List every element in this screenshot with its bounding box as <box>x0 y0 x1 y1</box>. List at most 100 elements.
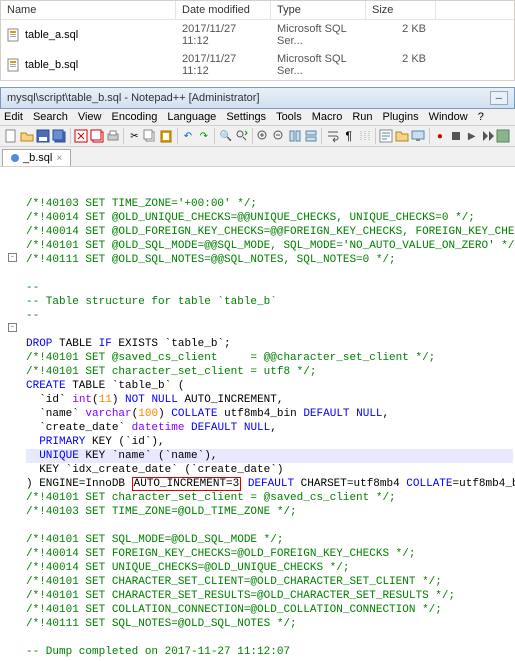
menu-view[interactable]: View <box>78 111 102 123</box>
code-line: ) ENGINE=InnoDB AUTO_INCREMENT=3 DEFAULT… <box>26 477 515 491</box>
zoom-out-icon[interactable] <box>272 128 287 144</box>
file-size: 2 KB <box>366 52 436 78</box>
save-macro-icon[interactable] <box>496 128 511 144</box>
record-macro-icon[interactable]: ● <box>433 128 448 144</box>
col-header-date[interactable]: Date modified <box>176 1 271 19</box>
menu-language[interactable]: Language <box>167 111 216 123</box>
col-header-type[interactable]: Type <box>271 1 366 19</box>
stop-macro-icon[interactable] <box>448 128 463 144</box>
code-line: KEY `idx_create_date` (`create_date`) <box>26 464 283 476</box>
copy-icon[interactable] <box>143 128 158 144</box>
tab-close-icon[interactable]: × <box>56 153 62 164</box>
menu-bar: Edit Search View Encoding Language Setti… <box>0 109 515 126</box>
code-line: `name` varchar(100) COLLATE utf8mb4_bin … <box>26 408 389 420</box>
file-explorer: Name Date modified Type Size table_a.sql… <box>0 0 515 81</box>
code-line: /*!40101 SET CHARACTER_SET_CLIENT=@OLD_C… <box>26 576 442 588</box>
func-list-icon[interactable] <box>379 128 394 144</box>
window-title: mysql\script\table_b.sql - Notepad++ [Ad… <box>7 92 260 104</box>
code-line: /*!40111 SET @OLD_SQL_NOTES=@@SQL_NOTES,… <box>26 254 396 266</box>
code-line: DROP TABLE IF EXISTS `table_b`; <box>26 338 231 350</box>
window-titlebar: mysql\script\table_b.sql - Notepad++ [Ad… <box>0 87 515 109</box>
close-icon[interactable] <box>73 128 88 144</box>
new-file-icon[interactable] <box>4 128 19 144</box>
code-line: -- Dump completed on 2017-11-27 11:12:07 <box>26 646 290 658</box>
zoom-in-icon[interactable] <box>256 128 271 144</box>
close-all-icon[interactable] <box>89 128 104 144</box>
code-line: CREATE TABLE `table_b` ( <box>26 380 184 392</box>
code-line: /*!40101 SET character_set_client = @sav… <box>26 492 396 504</box>
paste-icon[interactable] <box>159 128 174 144</box>
file-row[interactable]: table_b.sql 2017/11/27 11:12 Microsoft S… <box>1 50 514 80</box>
code-line: /*!40101 SET CHARACTER_SET_RESULTS=@OLD_… <box>26 590 455 602</box>
file-date: 2017/11/27 11:12 <box>176 22 271 48</box>
menu-plugins[interactable]: Plugins <box>383 111 419 123</box>
tab-file[interactable]: _b.sql × <box>2 149 71 166</box>
code-line: /*!40014 SET @OLD_FOREIGN_KEY_CHECKS=@@F… <box>26 226 515 238</box>
save-icon[interactable] <box>36 128 51 144</box>
code-line: /*!40014 SET FOREIGN_KEY_CHECKS=@OLD_FOR… <box>26 548 415 560</box>
print-icon[interactable] <box>105 128 120 144</box>
code-line: /*!40101 SET SQL_MODE=@OLD_SQL_MODE */; <box>26 534 283 546</box>
fold-box-icon[interactable]: - <box>8 253 17 262</box>
open-file-icon[interactable] <box>20 128 35 144</box>
code-line: /*!40103 SET TIME_ZONE='+00:00' */; <box>26 198 257 210</box>
toolbar: ✂ ↶ ↷ 🔍 ¶ ● ▶ <box>0 126 515 147</box>
code-line: /*!40014 SET @OLD_UNIQUE_CHECKS=@@UNIQUE… <box>26 212 475 224</box>
minimize-button[interactable]: ─ <box>490 91 508 105</box>
file-type: Microsoft SQL Ser... <box>271 22 366 48</box>
code-editor[interactable]: - - /*!40103 SET TIME_ZONE='+00:00' */; … <box>0 167 515 661</box>
code-line: PRIMARY KEY (`id`), <box>26 436 165 448</box>
save-all-icon[interactable] <box>52 128 67 144</box>
replace-icon[interactable] <box>234 128 249 144</box>
menu-macro[interactable]: Macro <box>312 111 343 123</box>
tab-label: _b.sql <box>23 152 52 164</box>
code-line: /*!40101 SET @OLD_SQL_MODE=@@SQL_MODE, S… <box>26 240 515 252</box>
menu-encoding[interactable]: Encoding <box>111 111 157 123</box>
code-line: /*!40101 SET character_set_client = utf8… <box>26 366 316 378</box>
menu-window[interactable]: Window <box>429 111 468 123</box>
code-line: -- <box>26 310 39 322</box>
file-date: 2017/11/27 11:12 <box>176 52 271 78</box>
file-name: table_a.sql <box>25 29 78 41</box>
folder-view-icon[interactable] <box>395 128 410 144</box>
monitor-icon[interactable] <box>411 128 426 144</box>
code-line: /*!40101 SET @saved_cs_client = @@charac… <box>26 352 435 364</box>
col-header-name[interactable]: Name <box>1 1 176 19</box>
wordwrap-icon[interactable] <box>325 128 340 144</box>
file-type: Microsoft SQL Ser... <box>271 52 366 78</box>
cut-icon[interactable]: ✂ <box>127 128 142 144</box>
code-line: /*!40103 SET TIME_ZONE=@OLD_TIME_ZONE */… <box>26 506 297 518</box>
code-line: /*!40014 SET UNIQUE_CHECKS=@OLD_UNIQUE_C… <box>26 562 349 574</box>
menu-run[interactable]: Run <box>352 111 372 123</box>
code-line: `create_date` datetime DEFAULT NULL, <box>26 422 277 434</box>
find-icon[interactable]: 🔍 <box>218 128 233 144</box>
redo-icon[interactable]: ↷ <box>196 128 211 144</box>
menu-edit[interactable]: Edit <box>4 111 23 123</box>
highlighted-annotation: AUTO_INCREMENT=3 <box>132 477 242 491</box>
file-size: 2 KB <box>366 22 436 48</box>
menu-search[interactable]: Search <box>33 111 68 123</box>
menu-help[interactable]: ? <box>478 111 484 123</box>
menu-settings[interactable]: Settings <box>226 111 266 123</box>
col-header-size[interactable]: Size <box>366 1 436 19</box>
menu-tools[interactable]: Tools <box>276 111 302 123</box>
sync-h-icon[interactable] <box>304 128 319 144</box>
sync-v-icon[interactable] <box>288 128 303 144</box>
code-line: -- Table structure for table `table_b` <box>26 296 277 308</box>
code-line-highlighted: UNIQUE KEY `name` (`name`), <box>26 449 513 463</box>
code-line: /*!40111 SET SQL_NOTES=@OLD_SQL_NOTES */… <box>26 618 297 630</box>
fold-box-icon[interactable]: - <box>8 323 17 332</box>
file-row[interactable]: table_a.sql 2017/11/27 11:12 Microsoft S… <box>1 20 514 50</box>
tab-status-icon <box>11 154 19 162</box>
file-list-header: Name Date modified Type Size <box>1 1 514 20</box>
sql-file-icon <box>7 58 21 72</box>
play-multi-icon[interactable] <box>480 128 495 144</box>
undo-icon[interactable]: ↶ <box>181 128 196 144</box>
show-all-chars-icon[interactable]: ¶ <box>341 128 356 144</box>
play-macro-icon[interactable]: ▶ <box>464 128 479 144</box>
tab-bar: _b.sql × <box>0 147 515 167</box>
indent-guide-icon[interactable] <box>357 128 372 144</box>
file-name: table_b.sql <box>25 59 78 71</box>
code-line: `id` int(11) NOT NULL AUTO_INCREMENT, <box>26 394 283 406</box>
sql-file-icon <box>7 28 21 42</box>
